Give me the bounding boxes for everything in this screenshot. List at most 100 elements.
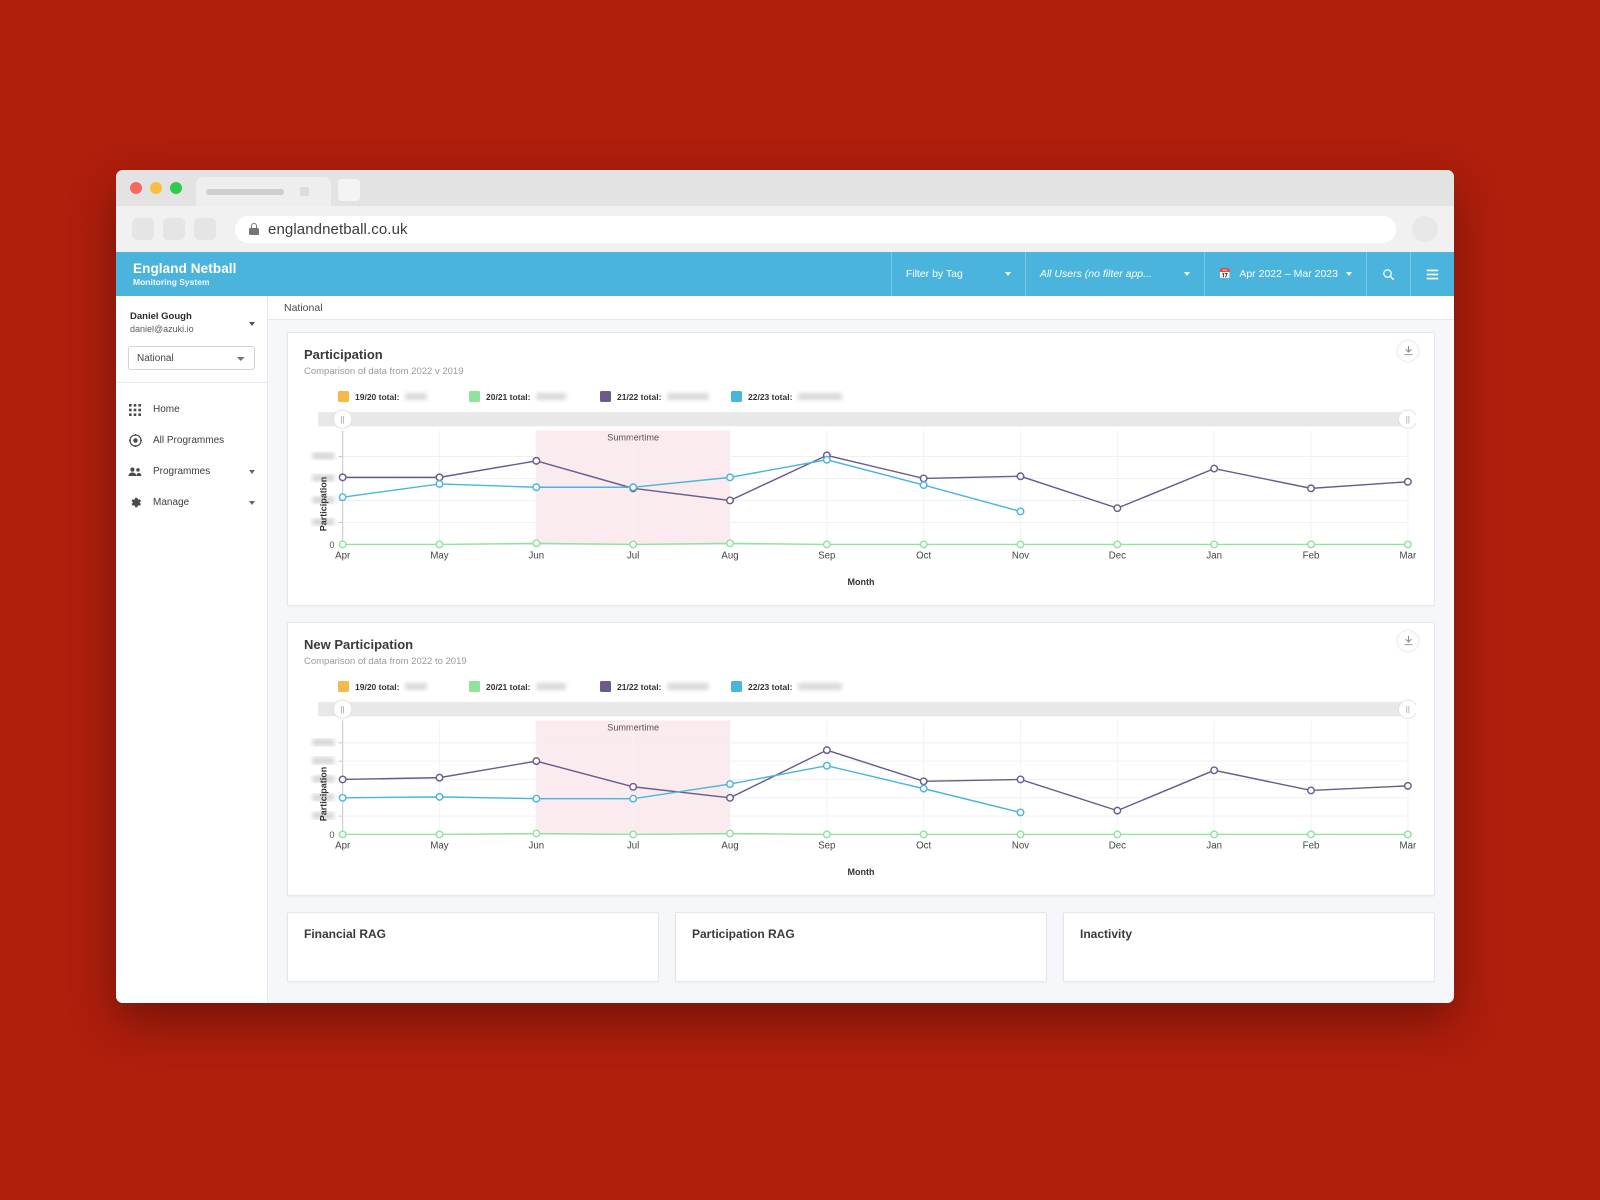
chevron-down-icon [1184,272,1190,276]
legend-label: 22/23 total: [748,392,792,402]
legend-label: 20/21 total: [486,682,530,692]
legend-label: 20/21 total: [486,392,530,402]
participation-line-chart[interactable]: ||||Summertime0AprMayJunJulAugSepOctNovD… [306,408,1416,581]
legend-swatch [600,681,611,692]
svg-text:Jan: Jan [1206,841,1222,852]
legend-swatch [469,391,480,402]
y-axis-title: Participation [318,766,328,821]
svg-text:Jul: Jul [627,551,639,562]
card-subtitle: Comparison of data from 2022 to 2019 [288,652,1434,667]
app-brand[interactable]: England Netball Monitoring System [116,261,268,288]
x-axis-title: Month [306,577,1416,597]
chevron-down-icon[interactable] [249,470,255,474]
forward-button[interactable] [163,218,185,240]
date-range-picker[interactable]: 📅 Apr 2022 – Mar 2023 [1204,252,1366,296]
download-chart-button[interactable] [1398,631,1418,651]
brand-title: England Netball [133,261,268,276]
svg-text:||: || [341,415,345,424]
app-top-nav: England Netball Monitoring System Filter… [116,252,1454,296]
application-root: England Netball Monitoring System Filter… [116,252,1454,1003]
sidebar-item-home[interactable]: Home [116,397,267,422]
reload-button[interactable] [194,218,216,240]
main-content: Participation Comparison of data from 20… [268,320,1454,1003]
user-filter-dropdown[interactable]: All Users (no filter app... [1025,252,1204,296]
legend-value-redacted [798,393,842,400]
inactivity-card[interactable]: Inactivity [1063,912,1435,982]
chevron-down-icon [1346,272,1352,276]
legend-item[interactable]: 21/22 total: [600,391,731,402]
svg-text:Oct: Oct [916,841,931,852]
svg-text:Nov: Nov [1012,841,1029,852]
legend-value-redacted [405,683,427,690]
chart-area[interactable]: Participation ||||Summertime0AprMayJunJu… [288,692,1434,895]
legend-value-redacted [536,393,566,400]
sidebar-item-label: All Programmes [153,435,224,446]
legend-item[interactable]: 21/22 total: [600,681,731,692]
sidebar-item-manage[interactable]: Manage [116,490,267,515]
participation-rag-card[interactable]: Participation RAG [675,912,1047,982]
svg-text:Feb: Feb [1303,841,1320,852]
participation-card: Participation Comparison of data from 20… [287,332,1435,606]
legend-label: 21/22 total: [617,682,661,692]
legend-label: 22/23 total: [748,682,792,692]
brand-subtitle: Monitoring System [133,276,268,288]
legend-label: 21/22 total: [617,392,661,402]
list-view-button[interactable] [1410,252,1454,296]
lock-icon [249,223,259,235]
url-bar[interactable]: englandnetball.co.uk [235,216,1396,243]
window-controls[interactable] [130,182,182,194]
sidebar-item-programmes[interactable]: Programmes [116,459,267,484]
search-button[interactable] [1366,252,1410,296]
svg-text:||: || [1406,705,1410,714]
sidebar-item-label: Home [153,404,180,415]
legend-swatch [731,391,742,402]
legend-value-redacted [798,683,842,690]
sidebar: Daniel Gough daniel@azuki.io National [116,296,268,1003]
legend-swatch [338,391,349,402]
user-menu[interactable]: Daniel Gough daniel@azuki.io [116,296,267,346]
legend-item[interactable]: 22/23 total: [731,391,862,402]
chart-area[interactable]: Participation ||||Summertime0AprMayJunJu… [288,402,1434,605]
legend-item[interactable]: 19/20 total: [338,681,469,692]
sidebar-item-all-programmes[interactable]: All Programmes [116,428,267,453]
chevron-down-icon[interactable] [249,322,255,326]
browser-tab[interactable] [196,177,331,206]
card-title: Financial RAG [288,913,658,941]
user-name: Daniel Gough [130,310,253,323]
grid-icon [128,403,142,417]
svg-text:Apr: Apr [335,551,351,562]
legend-item[interactable]: 19/20 total: [338,391,469,402]
maximize-window-button[interactable] [170,182,182,194]
legend-swatch [469,681,480,692]
people-icon [128,465,142,479]
back-button[interactable] [132,218,154,240]
financial-rag-card[interactable]: Financial RAG [287,912,659,982]
user-email: daniel@azuki.io [130,323,253,336]
svg-text:Jun: Jun [529,551,545,562]
new-participation-line-chart[interactable]: ||||Summertime0AprMayJunJulAugSepOctNovD… [306,698,1416,871]
svg-text:Mar: Mar [1400,841,1416,852]
legend-item[interactable]: 22/23 total: [731,681,862,692]
svg-text:Feb: Feb [1303,551,1320,562]
legend-value-redacted [405,393,427,400]
new-tab-button[interactable] [338,179,360,201]
filter-by-tag-dropdown[interactable]: Filter by Tag [891,252,1025,296]
scope-select[interactable]: National [128,346,255,370]
svg-text:Aug: Aug [721,551,738,562]
svg-text:0: 0 [329,540,334,550]
svg-text:May: May [430,841,448,852]
card-subtitle: Comparison of data from 2022 v 2019 [288,362,1434,377]
chart-legend: 19/20 total: 20/21 total: 21/22 total: [288,667,1434,692]
close-window-button[interactable] [130,182,142,194]
legend-value-redacted [536,683,566,690]
legend-item[interactable]: 20/21 total: [469,681,600,692]
minimize-window-button[interactable] [150,182,162,194]
chevron-down-icon[interactable] [249,501,255,505]
legend-swatch [600,391,611,402]
breadcrumb: National [268,296,1454,320]
profile-avatar[interactable] [1412,216,1438,242]
close-icon[interactable] [300,187,309,196]
legend-item[interactable]: 20/21 total: [469,391,600,402]
card-title: Inactivity [1064,913,1434,941]
download-chart-button[interactable] [1398,341,1418,361]
